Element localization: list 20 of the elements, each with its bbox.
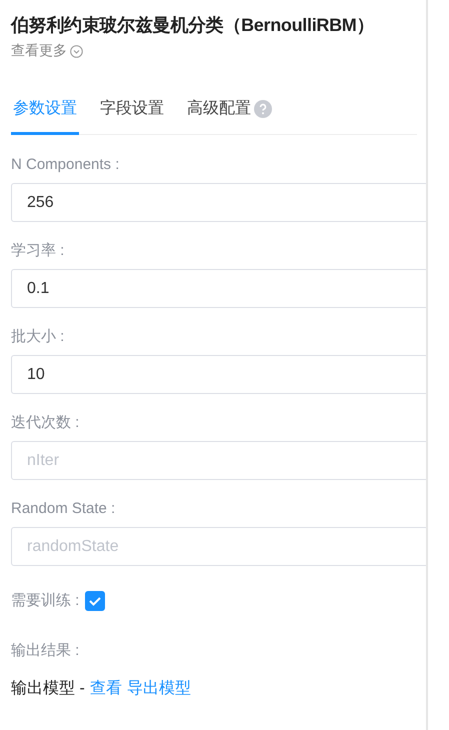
field-label: 迭代次数 : bbox=[11, 413, 80, 433]
field-label: 需要训练 : bbox=[11, 591, 80, 611]
tab[interactable]: 字段设置 bbox=[98, 98, 166, 135]
input-field[interactable]: 10 bbox=[11, 355, 426, 394]
input-field[interactable]: 256 bbox=[11, 183, 426, 222]
help-icon[interactable] bbox=[254, 100, 272, 118]
input-field[interactable]: randomState bbox=[11, 527, 426, 566]
field-label: N Components : bbox=[11, 155, 120, 175]
field-label: 学习率 : bbox=[11, 241, 66, 261]
input-field[interactable]: 0.1 bbox=[11, 269, 426, 308]
chevron-down-icon[interactable] bbox=[70, 44, 83, 58]
panel-title: 伯努利约束玻尔兹曼机分类（BernoulliRBM） bbox=[11, 14, 376, 37]
input-field[interactable]: nIter bbox=[11, 441, 426, 480]
tab[interactable]: 高级配置 bbox=[185, 98, 253, 135]
field-label: 输出结果 : bbox=[11, 641, 80, 661]
field-label: 批大小 : bbox=[11, 327, 66, 347]
view-more-link[interactable]: 查看更多 bbox=[11, 42, 67, 60]
field-label: Random State : bbox=[11, 499, 116, 519]
output-name: 输出模型 - bbox=[11, 678, 85, 699]
checkbox[interactable] bbox=[85, 591, 106, 611]
